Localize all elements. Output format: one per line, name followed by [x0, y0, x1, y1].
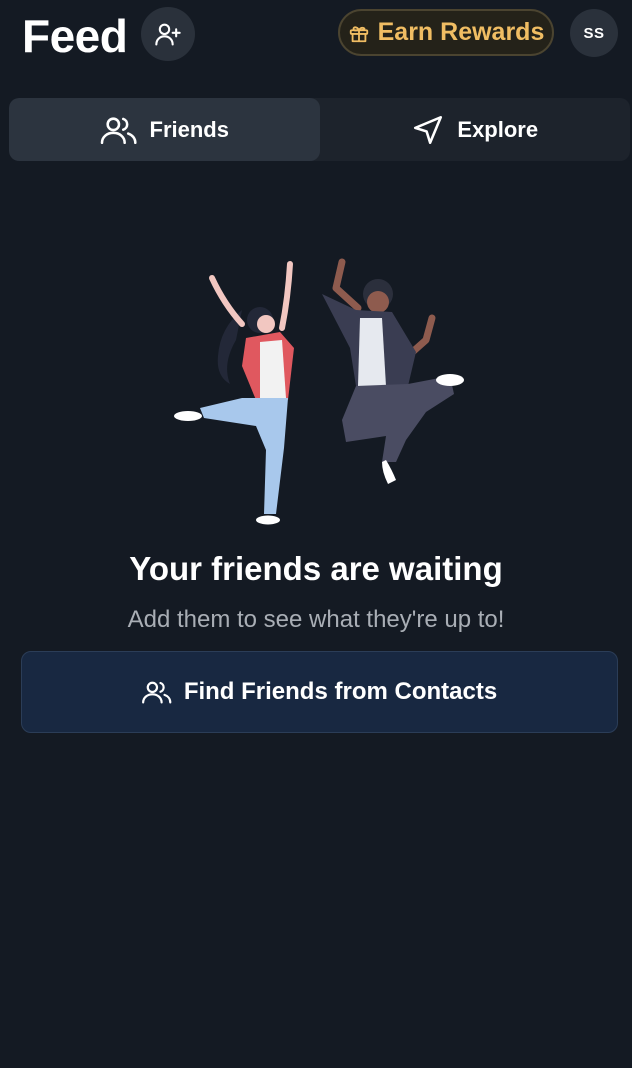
empty-state-subtitle: Add them to see what they're up to! [127, 606, 505, 633]
gift-icon [349, 25, 368, 42]
users-icon [100, 116, 137, 144]
add-friend-button[interactable] [141, 7, 195, 61]
header: Feed Earn Rewards SS [0, 0, 632, 70]
page-title: Feed [22, 10, 128, 62]
empty-state-title: Your friends are waiting [129, 550, 503, 587]
avatar[interactable]: SS [570, 9, 618, 57]
user-plus-icon [155, 23, 181, 46]
tab-explore[interactable]: Explore [320, 98, 631, 161]
users-icon [141, 681, 172, 704]
friends-jumping-illustration [174, 258, 464, 525]
tab-friends[interactable]: Friends [9, 98, 320, 161]
tab-explore-label: Explore [457, 116, 539, 142]
earn-rewards-button[interactable]: Earn Rewards [338, 9, 554, 56]
feed-tabs: Friends Explore [9, 98, 630, 161]
woman-figure [174, 261, 294, 525]
find-friends-button[interactable]: Find Friends from Contacts [21, 651, 618, 733]
tab-friends-label: Friends [149, 116, 229, 142]
avatar-initials: SS [583, 24, 605, 42]
find-friends-label: Find Friends from Contacts [183, 678, 498, 705]
earn-rewards-label: Earn Rewards [377, 18, 545, 46]
navigation-arrow-icon [414, 115, 443, 144]
man-figure [322, 258, 464, 484]
